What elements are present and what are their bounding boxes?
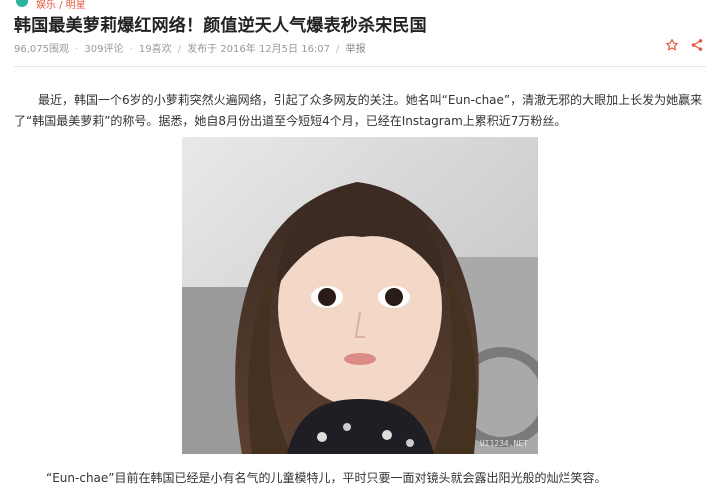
article-actions (665, 38, 704, 52)
article-meta: 96,075围观 · 309评论 · 19喜欢 / 发布于 2016年 12月5日 1… (14, 44, 366, 55)
share-icon[interactable] (690, 38, 704, 52)
article-paragraph-2: “Eun-chae”目前在韩国已经是小有名气的儿童模特儿，平时只要一面对镜头就会… (46, 471, 607, 485)
view-count: 96,075围观 (14, 44, 69, 55)
article-paragraph-1: 最近，韩国一个6岁的小萝莉突然火遍网络，引起了众多网友的关注。她名叫“Eun-c… (14, 93, 703, 128)
report-link[interactable]: 举报 (346, 44, 366, 55)
channel-logo-icon (16, 0, 28, 7)
comment-count[interactable]: 309评论 (84, 44, 123, 55)
header-divider (14, 66, 706, 67)
girl-portrait-illustration (182, 137, 538, 454)
category-link[interactable]: 娱乐 / 明星 (36, 0, 86, 11)
top-category-bar: 娱乐 / 明星 (0, 0, 720, 11)
article-photo[interactable]: UI1234.NET (182, 137, 538, 454)
article-title: 韩国最美萝莉爆红网络！颜值逆天人气爆表秒杀宋民国 (14, 16, 427, 36)
star-outline-icon[interactable] (665, 38, 679, 52)
like-count: 19喜欢 (138, 44, 172, 55)
publish-date: 发布于 2016年 12月5日 16:07 (187, 44, 331, 55)
photo-watermark: UI1234.NET (479, 439, 528, 448)
